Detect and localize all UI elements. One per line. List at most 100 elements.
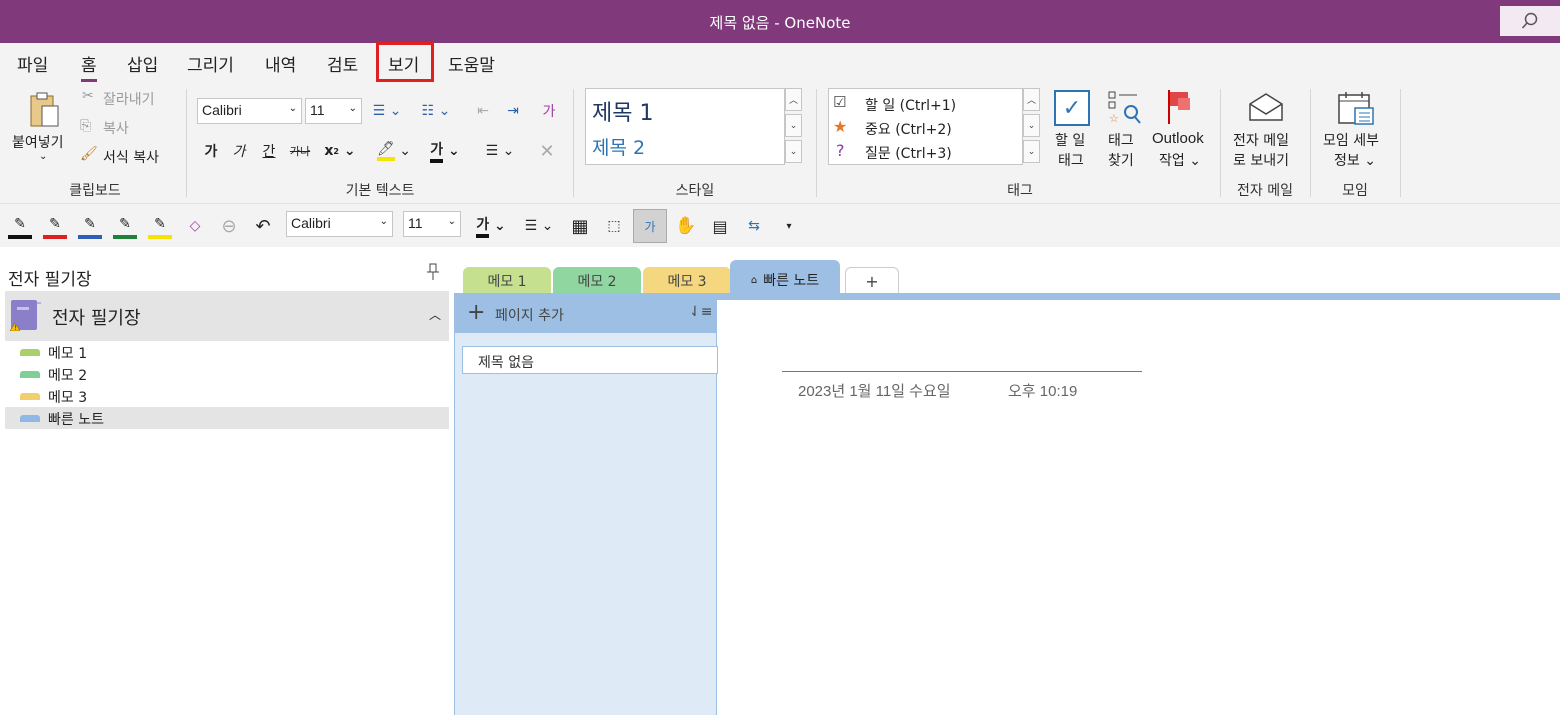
tag-question[interactable]: 질문 (Ctrl+3) — [865, 143, 952, 163]
increase-indent-button[interactable]: ⇥ — [500, 98, 526, 124]
delete-button[interactable]: ✕ — [536, 138, 558, 164]
tab-draw[interactable]: 그리기 — [187, 51, 234, 76]
style-heading1[interactable]: 제목 1 — [592, 95, 653, 127]
divider — [816, 89, 817, 197]
clipboard-icon — [30, 92, 59, 127]
email-label2: 로 보내기 — [1233, 153, 1289, 169]
notebook-item[interactable]: ! 전자 필기장 ︿ — [5, 291, 449, 341]
copy-button[interactable]: 복사 — [103, 118, 129, 138]
envelope-icon — [1247, 90, 1285, 124]
divider — [1310, 89, 1311, 197]
paste-label[interactable]: 붙여넣기 — [12, 132, 64, 152]
page-width-icon[interactable]: ⇆ — [741, 213, 767, 239]
format-painter-button[interactable]: 서식 복사 — [103, 147, 159, 167]
back-icon[interactable]: ⊖ — [217, 213, 241, 239]
quick-size-select[interactable]: 11 ⌄ — [403, 211, 461, 237]
tab-file[interactable]: 파일 — [17, 51, 48, 76]
todo-tag-label2: 태그 — [1058, 153, 1084, 169]
pin-icon[interactable] — [426, 263, 440, 285]
font-color-button[interactable]: 가 ⌄ — [424, 138, 466, 164]
gallery-scroll-down[interactable]: ⌄ — [785, 114, 802, 137]
strikethrough-button[interactable]: 가나 — [288, 138, 312, 164]
outlook-label1: Outlook — [1152, 130, 1204, 147]
tab-history[interactable]: 내역 — [265, 51, 296, 76]
pen-green-icon[interactable]: ✎ — [113, 213, 137, 239]
tags-scroll-up[interactable]: ︿ — [1023, 88, 1040, 111]
add-page-button[interactable]: + 페이지 추가 ⇃≡ — [455, 293, 717, 333]
font-color-icon: 가 — [430, 139, 444, 163]
title-bar: 제목 없음 - OneNote — [0, 0, 1560, 43]
tags-expand[interactable]: ⌄ — [1023, 140, 1040, 163]
tags-scroll-down[interactable]: ⌄ — [1023, 114, 1040, 137]
pen-red-icon[interactable]: ✎ — [43, 213, 67, 239]
styles-gallery[interactable]: 제목 1 제목 2 — [585, 88, 785, 165]
quick-bullets-button[interactable]: ☰ ⌄ — [519, 213, 559, 239]
section-tab[interactable]: 메모 2 — [553, 267, 641, 295]
paste-button[interactable] — [24, 89, 64, 131]
add-section-button[interactable]: + — [845, 267, 899, 295]
page-date: 2023년 1월 11일 수요일 — [798, 383, 951, 400]
gallery-scroll-up[interactable]: ︿ — [785, 88, 802, 111]
pen-black-icon[interactable]: ✎ — [8, 213, 32, 239]
section-tab[interactable]: 메모 1 — [463, 267, 551, 295]
section-item[interactable]: 메모 3 — [5, 385, 449, 407]
subscript-button[interactable]: x2 ⌄ — [322, 138, 358, 164]
bullet-list-button[interactable]: ☰ ⌄ — [367, 98, 407, 124]
customize-toolbar-icon[interactable]: ▾ — [779, 213, 799, 239]
bold-button[interactable]: 가 — [200, 138, 222, 164]
quick-font-color-button[interactable]: 가 ⌄ — [470, 213, 512, 239]
section-item-selected[interactable]: 빠른 노트 — [5, 407, 449, 429]
font-size-select[interactable]: 11 ⌄ — [305, 98, 362, 124]
email-label1: 전자 메일 — [1233, 133, 1289, 149]
eraser-icon[interactable]: ◇ — [183, 213, 207, 239]
pen-blue-icon[interactable]: ✎ — [78, 213, 102, 239]
page-icon[interactable]: ▤ — [707, 213, 733, 239]
italic-button[interactable]: 가 — [228, 138, 250, 164]
decrease-indent-button[interactable]: ⇤ — [470, 98, 496, 124]
quick-font-select[interactable]: Calibri ⌄ — [286, 211, 393, 237]
meeting-group-label: 모임 — [1342, 183, 1368, 199]
highlighter-yellow-icon[interactable]: ✎ — [148, 213, 172, 239]
search-button[interactable] — [1500, 6, 1560, 36]
font-select[interactable]: Calibri ⌄ — [197, 98, 302, 124]
style-heading2[interactable]: 제목 2 — [592, 133, 645, 160]
highlight-button[interactable]: 🖊 ⌄ — [372, 138, 416, 164]
numbered-list-button[interactable]: ☷ ⌄ — [414, 98, 458, 124]
find-tags-icon: ☆ — [1106, 90, 1144, 126]
clear-format-button[interactable]: 가 — [536, 98, 562, 124]
section-item[interactable]: 메모 1 — [5, 341, 449, 363]
notebook-label: 전자 필기장 — [52, 308, 141, 329]
add-page-label: 페이지 추가 — [495, 308, 564, 324]
todo-check-icon: ✓ — [1054, 90, 1090, 126]
clear-format-icon: 가 — [542, 104, 556, 120]
gallery-expand[interactable]: ⌄ — [785, 140, 802, 163]
underline-button[interactable]: 간 — [258, 138, 280, 164]
hand-icon[interactable]: ✋ — [673, 213, 699, 239]
paste-dropdown-icon[interactable]: ⌄ — [39, 151, 47, 162]
section-tab[interactable]: 메모 3 — [643, 267, 731, 295]
bullet-list-icon: ☰ ⌄ — [372, 103, 402, 119]
tab-home[interactable]: 홈 — [81, 51, 97, 82]
clipboard-group-label: 클립보드 — [69, 183, 121, 199]
screen-clip-icon[interactable]: ⬚ — [601, 213, 627, 239]
page-canvas[interactable]: 2023년 1월 11일 수요일 오후 10:19 — [718, 300, 1560, 715]
tab-review[interactable]: 검토 — [327, 51, 358, 76]
undo-icon[interactable]: ↶ — [251, 213, 275, 239]
collapse-chevron-icon[interactable]: ︿ — [429, 306, 441, 323]
align-button[interactable]: ☰ ⌄ — [480, 138, 520, 164]
section-item[interactable]: 메모 2 — [5, 363, 449, 385]
cut-button[interactable]: 잘라내기 — [103, 89, 155, 109]
page-item[interactable]: 제목 없음 — [462, 346, 718, 374]
bullet-list-icon: ☰ ⌄ — [524, 218, 554, 234]
tag-todo[interactable]: 할 일 (Ctrl+1) — [865, 95, 956, 115]
tab-insert[interactable]: 삽입 — [127, 51, 158, 76]
sort-icon[interactable]: ⇃≡ — [689, 304, 712, 320]
tag-important[interactable]: 중요 (Ctrl+2) — [865, 119, 952, 139]
styles-group-label: 스타일 — [675, 183, 715, 199]
table-icon[interactable]: ▦ — [567, 213, 593, 239]
tags-gallery[interactable]: ☑ 할 일 (Ctrl+1) ★ 중요 (Ctrl+2) ? 질문 (Ctrl+… — [828, 88, 1023, 165]
notebook-pane-title: 전자 필기장 — [8, 270, 92, 290]
ink-to-text-icon[interactable]: 가 — [633, 209, 667, 243]
cut-icon: ✂ — [82, 88, 94, 104]
tab-help[interactable]: 도움말 — [448, 51, 495, 76]
